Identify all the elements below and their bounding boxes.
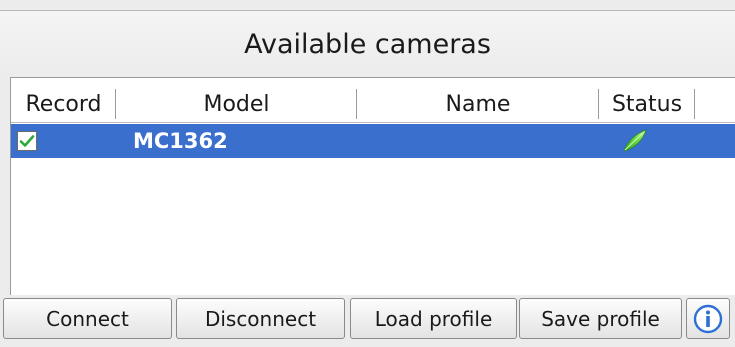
- record-checkbox[interactable]: [17, 131, 37, 151]
- column-header-model[interactable]: Model: [116, 86, 357, 122]
- disconnect-button[interactable]: Disconnect: [176, 298, 345, 339]
- checkmark-icon: [19, 135, 35, 147]
- camera-model: MC1362: [133, 129, 228, 153]
- table-header: Record Model Name Status: [11, 86, 735, 123]
- load-profile-button[interactable]: Load profile: [350, 298, 517, 339]
- connect-button[interactable]: Connect: [3, 298, 172, 339]
- camera-name: [357, 124, 599, 158]
- column-header-name[interactable]: Name: [357, 86, 599, 122]
- column-header-empty: [695, 86, 735, 122]
- column-header-status[interactable]: Status: [599, 86, 695, 122]
- table-row[interactable]: MC1362: [11, 124, 735, 158]
- button-bar: Connect Disconnect Load profile Save pro…: [0, 295, 735, 347]
- status-ok-icon: [623, 129, 647, 152]
- panel-title: Available cameras: [0, 10, 735, 77]
- info-icon: [693, 304, 723, 333]
- camera-panel: Available cameras Record Model Name Stat…: [0, 0, 735, 347]
- info-button[interactable]: [686, 298, 730, 339]
- save-profile-button[interactable]: Save profile: [519, 298, 682, 339]
- column-header-record[interactable]: Record: [11, 86, 116, 122]
- camera-table[interactable]: Record Model Name Status MC1362: [10, 77, 735, 295]
